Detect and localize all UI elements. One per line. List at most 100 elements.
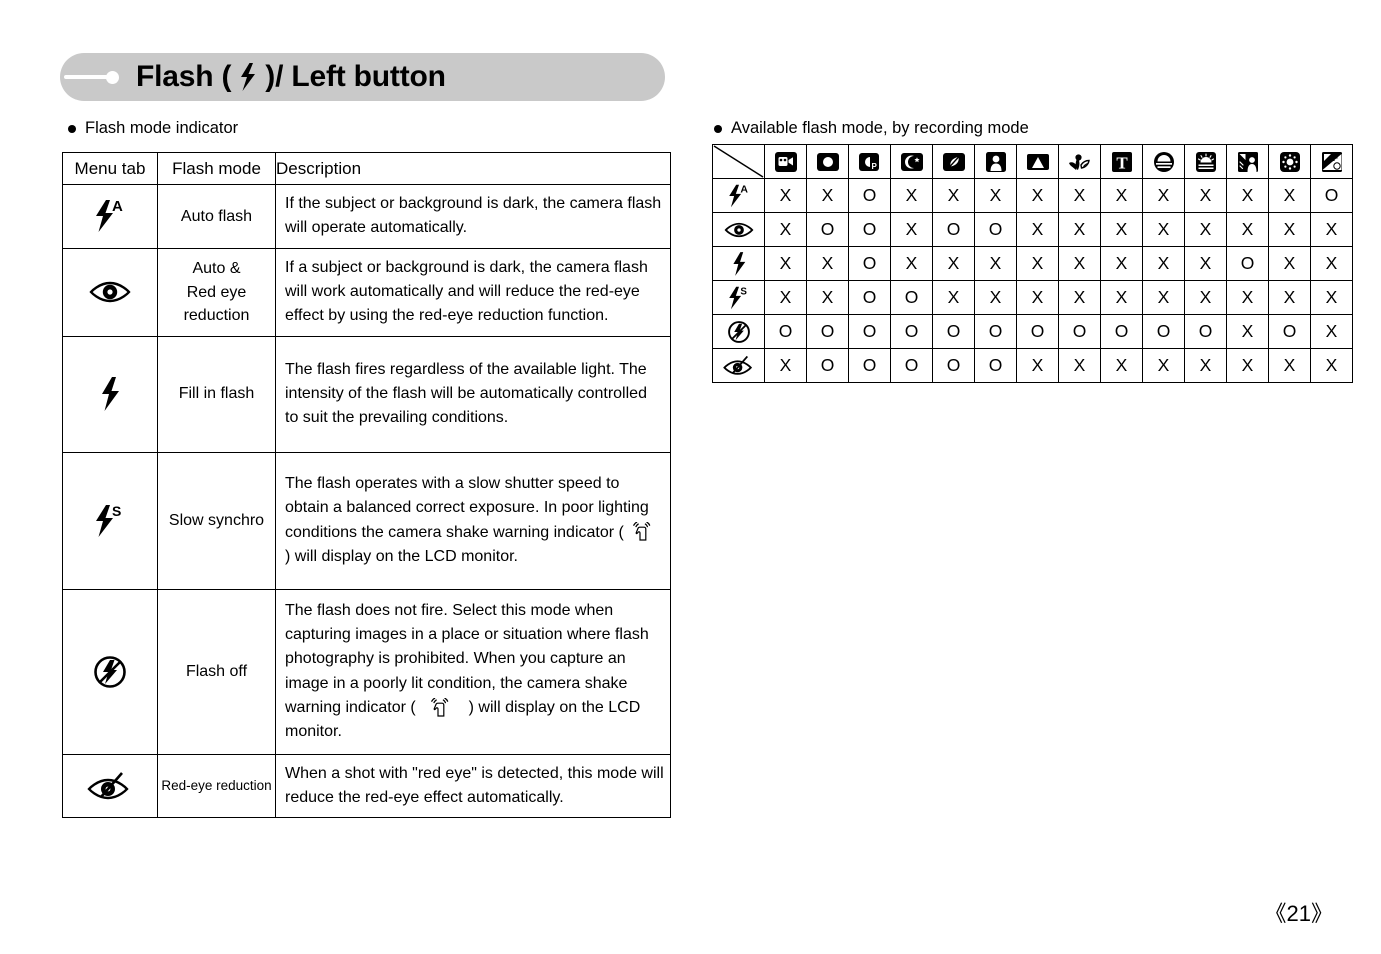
matrix-cell: O [1226, 246, 1269, 281]
column-header-icon-cell [1142, 144, 1185, 179]
matrix-cell: X [1268, 348, 1311, 383]
column-header-menu-tab: Menu tab [62, 152, 158, 185]
flash-mode-description: The flash fires regardless of the availa… [275, 335, 671, 453]
description-part-1: The flash operates with a slow shutter s… [285, 474, 649, 541]
column-header-icon-cell: P [848, 144, 891, 179]
column-header-icon-cell [1058, 144, 1101, 179]
matrix-cell: X [764, 212, 807, 247]
menu-tab-cell [62, 247, 158, 337]
matrix-cell: O [848, 212, 891, 247]
flash-mode-description-table: Menu tab Flash mode Description A Auto f… [62, 152, 671, 819]
matrix-cell: X [1184, 246, 1227, 281]
red-eye-reduction-icon [87, 770, 133, 802]
matrix-header-row: P T [712, 144, 1353, 179]
matrix-row: AXXOXXXXXXXXXXO [712, 178, 1353, 213]
matrix-cell: O [806, 348, 849, 383]
matrix-cell: O [806, 212, 849, 247]
matrix-corner-cell [712, 144, 765, 179]
matrix-cell: X [1142, 280, 1185, 315]
matrix-cell: X [1058, 348, 1101, 383]
matrix-cell: X [1142, 348, 1185, 383]
matrix-cell: X [1016, 246, 1059, 281]
flash-mode-description: The flash does not fire. Select this mod… [275, 588, 671, 755]
matrix-row: SXXOOXXXXXXXXXX [712, 280, 1353, 315]
matrix-cell: X [1268, 280, 1311, 315]
flash-mode-name: Flash off [157, 588, 276, 755]
description-part-2: ) will display on the LCD monitor. [285, 547, 518, 565]
header-dash-decoration [64, 75, 108, 79]
caption-text: Flash mode indicator [85, 119, 239, 137]
column-header-icon-cell [764, 144, 807, 179]
sunset-mode-icon [1152, 150, 1176, 174]
matrix-cell: O [974, 212, 1017, 247]
program-mode-icon: P [858, 150, 882, 174]
matrix-cell: X [1226, 314, 1269, 349]
matrix-cell: X [1268, 246, 1311, 281]
menu-tab-cell [62, 588, 158, 755]
matrix-row-header-cell [712, 348, 765, 383]
matrix-row-header-cell [712, 212, 765, 247]
matrix-cell: X [764, 280, 807, 315]
matrix-cell: X [890, 178, 933, 213]
matrix-cell: O [974, 348, 1017, 383]
column-header-flash-mode: Flash mode [157, 152, 276, 185]
matrix-cell: X [1016, 280, 1059, 315]
matrix-cell: O [848, 314, 891, 349]
flash-bolt-icon [238, 62, 258, 92]
table-row: Fill in flash The flash fires regardless… [62, 335, 671, 453]
column-header-icon-cell [974, 144, 1017, 179]
matrix-cell: O [932, 314, 975, 349]
matrix-cell: X [806, 178, 849, 213]
caption-text: Available flash mode, by recording mode [731, 119, 1029, 137]
matrix-cell: X [1142, 246, 1185, 281]
matrix-cell: X [1310, 246, 1353, 281]
svg-text:S: S [112, 503, 121, 519]
column-header-icon-cell: T [1100, 144, 1143, 179]
landscape-mode-icon [1026, 150, 1050, 174]
matrix-cell: X [1226, 280, 1269, 315]
matrix-cell: X [1184, 178, 1227, 213]
matrix-cell: X [1226, 212, 1269, 247]
flash-mode-name: Auto & Red eye reduction [157, 247, 276, 337]
matrix-row: XOOOOOXXXXXXXX [712, 348, 1353, 383]
flash-mode-description: If a subject or background is dark, the … [275, 247, 671, 337]
matrix-row-header-cell: S [712, 280, 765, 315]
matrix-cell: X [1184, 348, 1227, 383]
matrix-cell: X [1142, 178, 1185, 213]
table-row: Flash off The flash does not fire. Selec… [62, 588, 671, 755]
matrix-cell: O [1184, 314, 1227, 349]
matrix-cell: X [1016, 212, 1059, 247]
red-eye-icon [723, 220, 755, 240]
movie-clip-icon [774, 150, 798, 174]
column-header-icon-cell [1184, 144, 1227, 179]
matrix-cell: X [1100, 348, 1143, 383]
matrix-cell: O [848, 178, 891, 213]
matrix-cell: X [1310, 212, 1353, 247]
matrix-cell: X [1058, 246, 1101, 281]
table-row: A Auto flash If the subject or backgroun… [62, 184, 671, 249]
page-number: 《21》 [1264, 901, 1333, 926]
matrix-cell: O [1268, 314, 1311, 349]
flash-mode-description: The flash operates with a slow shutter s… [275, 451, 671, 590]
flash-mode-name-line2: Red eye [186, 283, 247, 301]
matrix-cell: O [890, 348, 933, 383]
page-title-suffix: )/ Left button [265, 60, 446, 93]
svg-text:P: P [871, 162, 877, 171]
fill-flash-icon [97, 374, 123, 414]
flash-mode-name: Fill in flash [157, 335, 276, 453]
matrix-cell: O [806, 314, 849, 349]
available-flash-mode-caption: Available flash mode, by recording mode [714, 119, 1029, 138]
matrix-row-header-cell [712, 314, 765, 349]
camera-shake-icon [632, 522, 656, 542]
column-header-description: Description [275, 152, 671, 185]
dawn-mode-icon [1194, 150, 1218, 174]
matrix-cell: X [1058, 212, 1101, 247]
svg-text:T: T [1116, 153, 1128, 172]
matrix-cell: O [932, 212, 975, 247]
flash-mode-name-line3: reduction [183, 306, 250, 324]
matrix-cell: X [1016, 348, 1059, 383]
table-header-row: Menu tab Flash mode Description [62, 152, 671, 185]
table-row: Auto & Red eye reduction If a subject or… [62, 247, 671, 337]
close-up-mode-icon [1067, 150, 1093, 174]
svg-text:A: A [112, 198, 123, 215]
